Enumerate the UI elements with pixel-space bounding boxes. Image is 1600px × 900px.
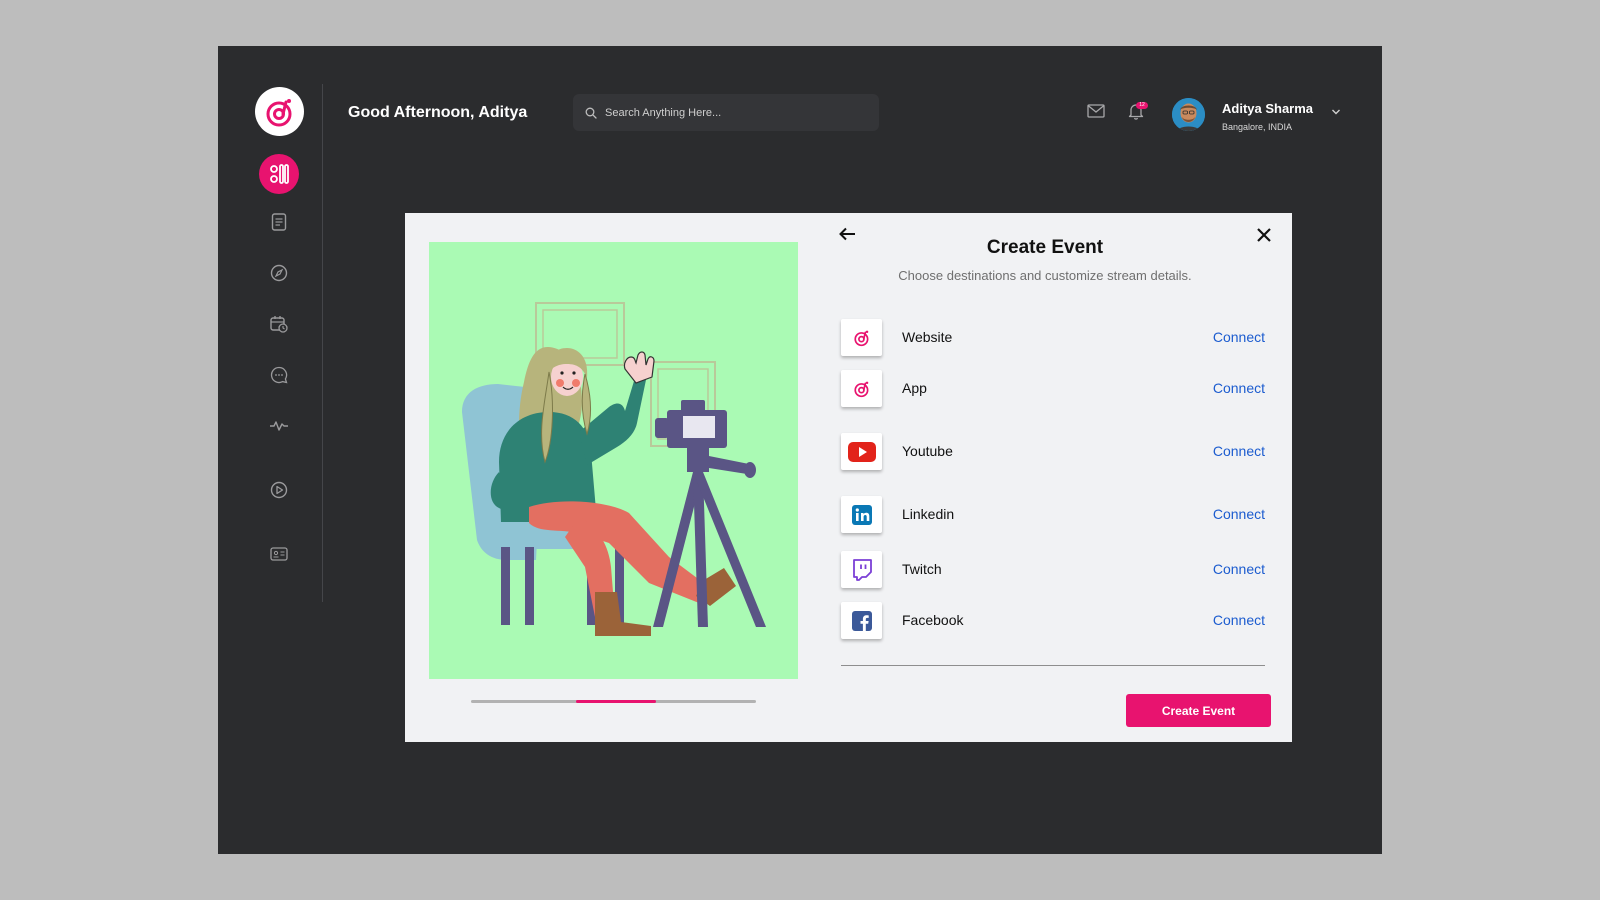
progress-indicator: [576, 700, 656, 703]
dashboard-icon: [270, 164, 289, 184]
destination-linkedin: Linkedin Connect: [841, 496, 1265, 536]
illustration-panel: [429, 242, 798, 679]
destination-label: App: [902, 380, 927, 396]
brand-logo-icon: [853, 381, 868, 397]
destination-website: Website Connect: [841, 319, 1265, 359]
user-menu-toggle[interactable]: [1331, 103, 1341, 121]
destination-label: Website: [902, 329, 953, 345]
user-name: Aditya Sharma: [1222, 101, 1314, 116]
sidebar-item-dashboard[interactable]: [259, 154, 299, 194]
destination-app: App Connect: [841, 370, 1265, 410]
activity-icon: [270, 421, 288, 431]
mail-button[interactable]: [1087, 104, 1105, 123]
chat-icon: [270, 366, 288, 384]
play-icon: [270, 481, 288, 499]
avatar-image: [1172, 98, 1205, 131]
connect-website-link[interactable]: Connect: [1213, 329, 1265, 345]
connect-twitch-link[interactable]: Connect: [1213, 561, 1265, 577]
user-location: Bangalore, INDIA: [1222, 122, 1293, 132]
mail-icon: [1087, 104, 1105, 118]
destination-icon-tile: [841, 433, 882, 470]
sidebar-item-schedule[interactable]: [265, 310, 293, 338]
create-event-button[interactable]: Create Event: [1126, 694, 1271, 727]
destination-label: Youtube: [902, 443, 953, 459]
destination-icon-tile: [841, 496, 882, 533]
brand-logo[interactable]: [255, 87, 304, 136]
modal-title: Create Event: [986, 237, 1104, 258]
modal-subtitle: Choose destinations and customize stream…: [898, 268, 1192, 283]
sidebar-divider: [322, 84, 323, 602]
sidebar-item-activity[interactable]: [265, 412, 293, 440]
connect-facebook-link[interactable]: Connect: [1213, 612, 1265, 628]
avatar[interactable]: [1172, 98, 1205, 131]
connect-youtube-link[interactable]: Connect: [1213, 443, 1265, 459]
sidebar-item-messages[interactable]: [265, 361, 293, 389]
chevron-down-icon: [1332, 109, 1340, 115]
brand-logo-icon: [266, 98, 291, 126]
destination-label: Linkedin: [902, 506, 955, 522]
streamer-illustration: [462, 302, 766, 636]
close-button[interactable]: [1256, 227, 1272, 248]
destination-icon-tile: [841, 319, 882, 356]
sidebar-item-videos[interactable]: [265, 476, 293, 504]
page-greeting: Good Afternoon, Aditya: [348, 104, 528, 121]
sidebar-item-explore[interactable]: [265, 259, 293, 287]
connect-linkedin-link[interactable]: Connect: [1213, 506, 1265, 522]
id-card-icon: [270, 547, 288, 561]
modal-divider: [841, 665, 1265, 666]
calendar-clock-icon: [270, 316, 288, 333]
search-box[interactable]: [573, 94, 879, 131]
destination-twitch: Twitch Connect: [841, 551, 1265, 591]
facebook-icon: [851, 610, 872, 631]
destination-youtube: Youtube Connect: [841, 433, 1265, 473]
search-input[interactable]: [605, 106, 865, 119]
twitch-icon: [852, 558, 872, 581]
document-icon: [271, 213, 287, 231]
notification-badge: 12: [1136, 102, 1148, 109]
destination-icon-tile: [841, 551, 882, 588]
linkedin-icon: [851, 504, 872, 525]
destination-label: Twitch: [902, 561, 942, 577]
close-icon: [1257, 228, 1271, 242]
compass-icon: [270, 264, 288, 282]
destination-icon-tile: [841, 602, 882, 639]
destination-label: Facebook: [902, 612, 964, 628]
youtube-icon: [847, 441, 876, 462]
sidebar-item-contacts[interactable]: [265, 540, 293, 568]
connect-app-link[interactable]: Connect: [1213, 380, 1265, 396]
sidebar-item-documents[interactable]: [265, 208, 293, 236]
destination-facebook: Facebook Connect: [841, 602, 1265, 642]
create-event-modal: Create Event Choose destinations and cus…: [405, 213, 1292, 742]
destination-icon-tile: [841, 370, 882, 407]
onboarding-progress: [471, 700, 756, 703]
search-icon: [585, 107, 597, 119]
brand-logo-icon: [853, 330, 868, 346]
